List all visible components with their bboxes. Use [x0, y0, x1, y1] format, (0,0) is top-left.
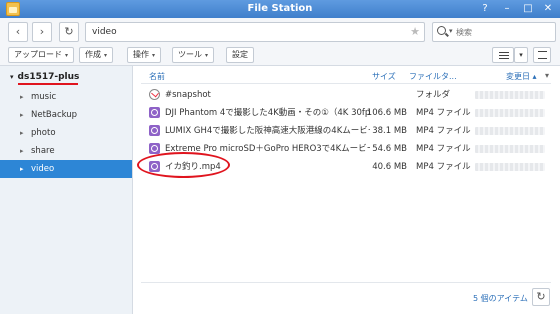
annotation-ellipse — [137, 152, 230, 178]
item-count: 5 個のアイテム — [473, 294, 528, 303]
sidebar-item-netbackup[interactable]: ▸ NetBackup — [0, 106, 132, 124]
star-icon[interactable]: ★ — [410, 23, 420, 41]
file-type: フォルダ — [416, 90, 451, 100]
refresh-button[interactable]: ↻ — [59, 22, 79, 42]
table-row[interactable]: DJI Phantom 4で撮影した4K動画・その①（4K 30fps)... … — [141, 104, 551, 122]
upload-button-label: アップロード — [14, 50, 62, 59]
back-button[interactable]: ‹ — [8, 22, 28, 42]
modified-date-blurred — [475, 145, 545, 153]
file-list: 名前 サイズ ファイルタ... 変更日 ▴ ▾ #snapshot フォルダ D… — [133, 66, 560, 314]
search-box[interactable]: ▾ — [432, 22, 556, 42]
list-view-icon — [499, 52, 509, 59]
path-text: video — [92, 27, 117, 37]
modified-date-blurred — [475, 163, 545, 171]
refresh-icon: ↻ — [536, 290, 546, 303]
sidebar: ▾ ds1517-plus ▸ music ▸ NetBackup ▸ photo… — [0, 66, 133, 314]
column-header-size[interactable]: サイズ — [372, 71, 396, 82]
sort-icon — [538, 51, 547, 59]
file-size: 40.6 MB — [372, 162, 407, 172]
maximize-button[interactable]: □ — [521, 2, 535, 15]
tools-button-label: ツール — [178, 50, 202, 59]
sidebar-item-video[interactable]: ▸ video — [0, 160, 132, 178]
sidebar-item-music[interactable]: ▸ music — [0, 88, 132, 106]
search-options-caret-icon[interactable]: ▾ — [449, 27, 453, 35]
list-view-button[interactable] — [492, 47, 514, 63]
sidebar-root-ds1517-plus[interactable]: ▾ ds1517-plus — [10, 72, 79, 82]
file-type: MP4 ファイル — [416, 108, 471, 118]
sidebar-item-label: photo — [31, 128, 56, 138]
title-bar: File Station ? – □ ✕ — [0, 0, 560, 18]
sidebar-item-label: music — [31, 92, 57, 102]
modified-date-blurred — [475, 91, 545, 99]
table-row[interactable]: #snapshot フォルダ — [141, 86, 551, 104]
file-name: LUMIX GH4で撮影した阪神高速大阪港線の4Kムービー... — [165, 126, 370, 136]
column-menu-icon[interactable]: ▾ — [545, 71, 549, 80]
toolbar: ‹ › ↻ video ★ ▾ アップロード▾ 作成▾ 操作▾ ツール▾ 設定 … — [0, 18, 560, 66]
file-type: MP4 ファイル — [416, 162, 471, 172]
action-button[interactable]: 操作 ▾ — [127, 47, 162, 63]
dropdown-arrow-icon: ▾ — [205, 52, 209, 59]
sidebar-item-label: video — [31, 164, 55, 174]
file-name: #snapshot — [165, 90, 211, 100]
chevron-down-icon: ▾ — [519, 51, 523, 59]
action-button-label: 操作 — [133, 50, 149, 59]
file-size: 38.1 MB — [372, 126, 407, 136]
search-icon[interactable] — [437, 26, 446, 35]
tools-button[interactable]: ツール ▾ — [172, 47, 215, 63]
path-bar[interactable]: video ★ — [85, 22, 425, 42]
footer-divider — [141, 282, 551, 283]
column-header-type[interactable]: ファイルタ... — [409, 71, 457, 82]
file-size: 106.6 MB — [366, 108, 407, 118]
annotation-underline — [18, 83, 78, 85]
collapse-arrow-icon[interactable]: ▸ — [20, 88, 24, 106]
list-refresh-button[interactable]: ↻ — [532, 288, 550, 306]
root-label: ds1517-plus — [17, 72, 80, 82]
minimize-button[interactable]: – — [500, 2, 514, 15]
chevron-right-icon: › — [39, 25, 45, 38]
create-button-label: 作成 — [85, 50, 101, 59]
collapse-arrow-icon[interactable]: ▸ — [20, 106, 24, 124]
upload-button[interactable]: アップロード ▾ — [8, 47, 75, 63]
settings-button[interactable]: 設定 — [226, 47, 254, 63]
collapse-arrow-icon[interactable]: ▸ — [20, 124, 24, 142]
file-type: MP4 ファイル — [416, 144, 471, 154]
video-file-icon — [149, 125, 160, 136]
settings-button-label: 設定 — [232, 50, 248, 59]
dropdown-arrow-icon: ▾ — [152, 52, 156, 59]
collapse-arrow-icon[interactable]: ▸ — [20, 142, 24, 160]
table-row[interactable]: LUMIX GH4で撮影した阪神高速大阪港線の4Kムービー... 38.1 MB… — [141, 122, 551, 140]
forward-button[interactable]: › — [32, 22, 52, 42]
column-header-modified-label: 変更日 — [506, 72, 530, 81]
file-name: DJI Phantom 4で撮影した4K動画・その①（4K 30fps)... — [165, 108, 370, 118]
chevron-left-icon: ‹ — [15, 25, 21, 38]
sidebar-item-share[interactable]: ▸ share — [0, 142, 132, 160]
video-file-icon — [149, 143, 160, 154]
collapse-arrow-icon[interactable]: ▸ — [20, 160, 24, 178]
modified-date-blurred — [475, 127, 545, 135]
refresh-icon: ↻ — [64, 25, 74, 38]
sidebar-item-label: NetBackup — [31, 110, 78, 120]
expand-arrow-icon[interactable]: ▾ — [10, 73, 14, 81]
column-header-name[interactable]: 名前 — [149, 71, 165, 82]
modified-date-blurred — [475, 109, 545, 117]
video-file-icon — [149, 107, 160, 118]
sidebar-item-label: share — [31, 146, 55, 156]
sidebar-item-photo[interactable]: ▸ photo — [0, 124, 132, 142]
view-options-dropdown[interactable]: ▾ — [514, 47, 528, 63]
file-type: MP4 ファイル — [416, 126, 471, 136]
close-button[interactable]: ✕ — [541, 2, 555, 15]
file-size: 54.6 MB — [372, 144, 407, 154]
help-button[interactable]: ? — [478, 2, 492, 15]
dropdown-arrow-icon: ▾ — [104, 52, 108, 59]
snapshot-folder-icon — [149, 89, 160, 100]
column-header-modified[interactable]: 変更日 ▴ — [506, 71, 537, 82]
header-divider — [141, 83, 551, 84]
sort-options-button[interactable] — [533, 47, 551, 63]
window-title: File Station — [247, 3, 313, 14]
sort-ascending-icon: ▴ — [532, 72, 537, 81]
dropdown-arrow-icon: ▾ — [65, 52, 69, 59]
search-input[interactable] — [456, 25, 552, 40]
create-button[interactable]: 作成 ▾ — [79, 47, 114, 63]
